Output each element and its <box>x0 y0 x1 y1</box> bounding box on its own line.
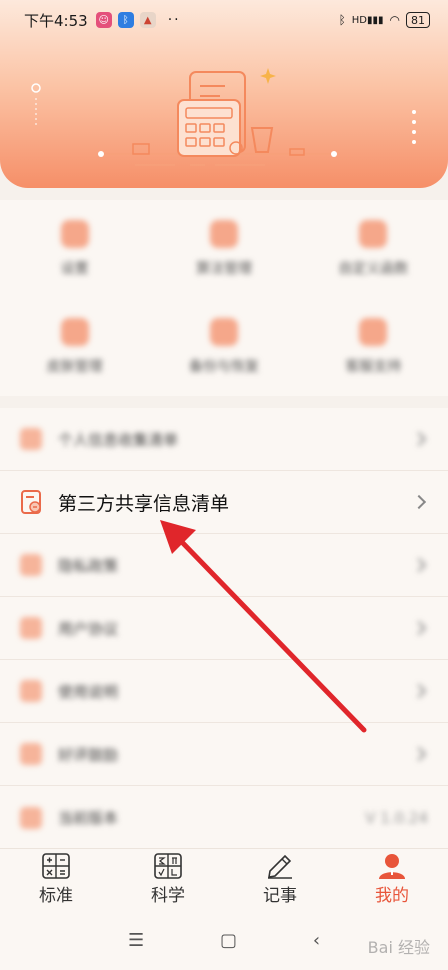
document-link-icon <box>20 489 44 515</box>
tab-label: 我的 <box>375 886 409 906</box>
grid-item-label: 皮肤管理 <box>46 359 103 375</box>
version-icon <box>20 806 42 829</box>
list-item-instructions[interactable]: 使用说明 <box>0 660 448 723</box>
chevron-right-icon <box>411 746 427 762</box>
skin-icon <box>60 318 89 346</box>
function-icon <box>359 220 388 248</box>
chevron-right-icon <box>411 683 427 699</box>
home-icon[interactable]: ▢ <box>220 930 237 951</box>
list-item-user-agreement[interactable]: 用户协议 <box>0 597 448 660</box>
grid-item-label: 客服支持 <box>345 359 402 375</box>
support-icon <box>359 318 388 346</box>
bluetooth-icon: ᛒ <box>338 13 346 27</box>
bluetooth-notification-icon: ᛒ <box>117 12 134 28</box>
standard-calculator-icon <box>42 853 70 879</box>
battery-icon: 81 <box>406 12 430 28</box>
list-item-label: 当前版本 <box>58 809 119 827</box>
grid-item-custom-function[interactable]: 自定义函数 <box>299 200 448 298</box>
pencil-icon <box>268 854 292 879</box>
app-notification-icon-2: ▲ <box>139 12 156 28</box>
list-item-third-party-sharing[interactable]: 第三方共享信息清单 <box>0 471 448 534</box>
grid-item-label: 设置 <box>60 261 89 277</box>
tab-standard[interactable]: 标准 <box>0 849 112 910</box>
status-bar: 下午4:53 ☺ ᛒ ▲ ·· ᛒ HD▮▮▮ ◠ 81 <box>0 0 448 40</box>
tab-label: 科学 <box>151 886 185 906</box>
watermark: Bai 经验 <box>367 938 430 957</box>
user-icon <box>379 854 405 879</box>
settings-icon <box>60 220 89 248</box>
heart-icon <box>20 743 42 765</box>
settings-list: 个人信息收集清单 第三方共享信息清单 隐私政策 用户协议 使用说明 好评鼓励 当… <box>0 408 448 848</box>
instructions-icon <box>20 680 42 702</box>
tab-notes[interactable]: 记事 <box>224 849 336 910</box>
menu-icon[interactable]: ☰ <box>128 930 144 951</box>
feature-grid: 设置 算法管理 自定义函数 皮肤管理 备份与恢复 客服支持 <box>0 200 448 396</box>
list-item-label: 使用说明 <box>58 682 119 701</box>
grid-item-skin[interactable]: 皮肤管理 <box>0 298 149 396</box>
algorithm-icon <box>209 220 238 248</box>
version-value: V 1.0.24 <box>365 808 428 827</box>
bottom-tab-bar: 标准 科学 记事 我的 <box>0 848 448 910</box>
grid-item-backup[interactable]: 备份与恢复 <box>149 298 298 396</box>
list-item-label: 隐私政策 <box>58 556 119 575</box>
grid-item-settings[interactable]: 设置 <box>0 200 149 298</box>
app-notification-icon: ☺ <box>95 12 112 28</box>
list-item-privacy-policy[interactable]: 隐私政策 <box>0 534 448 597</box>
grid-item-support[interactable]: 客服支持 <box>299 298 448 396</box>
list-item-rate[interactable]: 好评鼓励 <box>0 723 448 786</box>
chevron-right-icon <box>411 494 427 510</box>
grid-item-label: 自定义函数 <box>338 261 409 277</box>
grid-item-label: 算法管理 <box>195 261 252 277</box>
wifi-icon: ◠ <box>389 13 400 27</box>
list-item-label: 第三方共享信息清单 <box>58 492 230 515</box>
list-item-label: 个人信息收集清单 <box>58 430 179 449</box>
chevron-right-icon <box>411 431 427 447</box>
back-icon[interactable]: ‹ <box>313 930 320 951</box>
list-item-version[interactable]: 当前版本 V 1.0.24 <box>0 786 448 849</box>
scientific-calculator-icon <box>154 853 182 879</box>
list-item-label: 好评鼓励 <box>58 745 119 764</box>
backup-icon <box>209 318 238 346</box>
tab-label: 记事 <box>263 886 297 906</box>
tab-scientific[interactable]: 科学 <box>112 849 224 910</box>
agreement-icon <box>20 617 42 639</box>
person-icon <box>20 428 42 450</box>
chevron-right-icon <box>411 557 427 573</box>
list-item-label: 用户协议 <box>58 619 119 638</box>
tab-label: 标准 <box>39 886 73 906</box>
more-notifications-icon: ·· <box>167 12 181 28</box>
grid-item-algorithm[interactable]: 算法管理 <box>149 200 298 298</box>
signal-icon: HD▮▮▮ <box>351 14 384 26</box>
status-time: 下午4:53 <box>24 11 88 30</box>
privacy-icon <box>20 554 42 576</box>
chevron-right-icon <box>411 620 427 636</box>
grid-item-label: 备份与恢复 <box>188 359 259 375</box>
list-item-personal-info[interactable]: 个人信息收集清单 <box>0 408 448 471</box>
tab-mine[interactable]: 我的 <box>336 849 448 910</box>
